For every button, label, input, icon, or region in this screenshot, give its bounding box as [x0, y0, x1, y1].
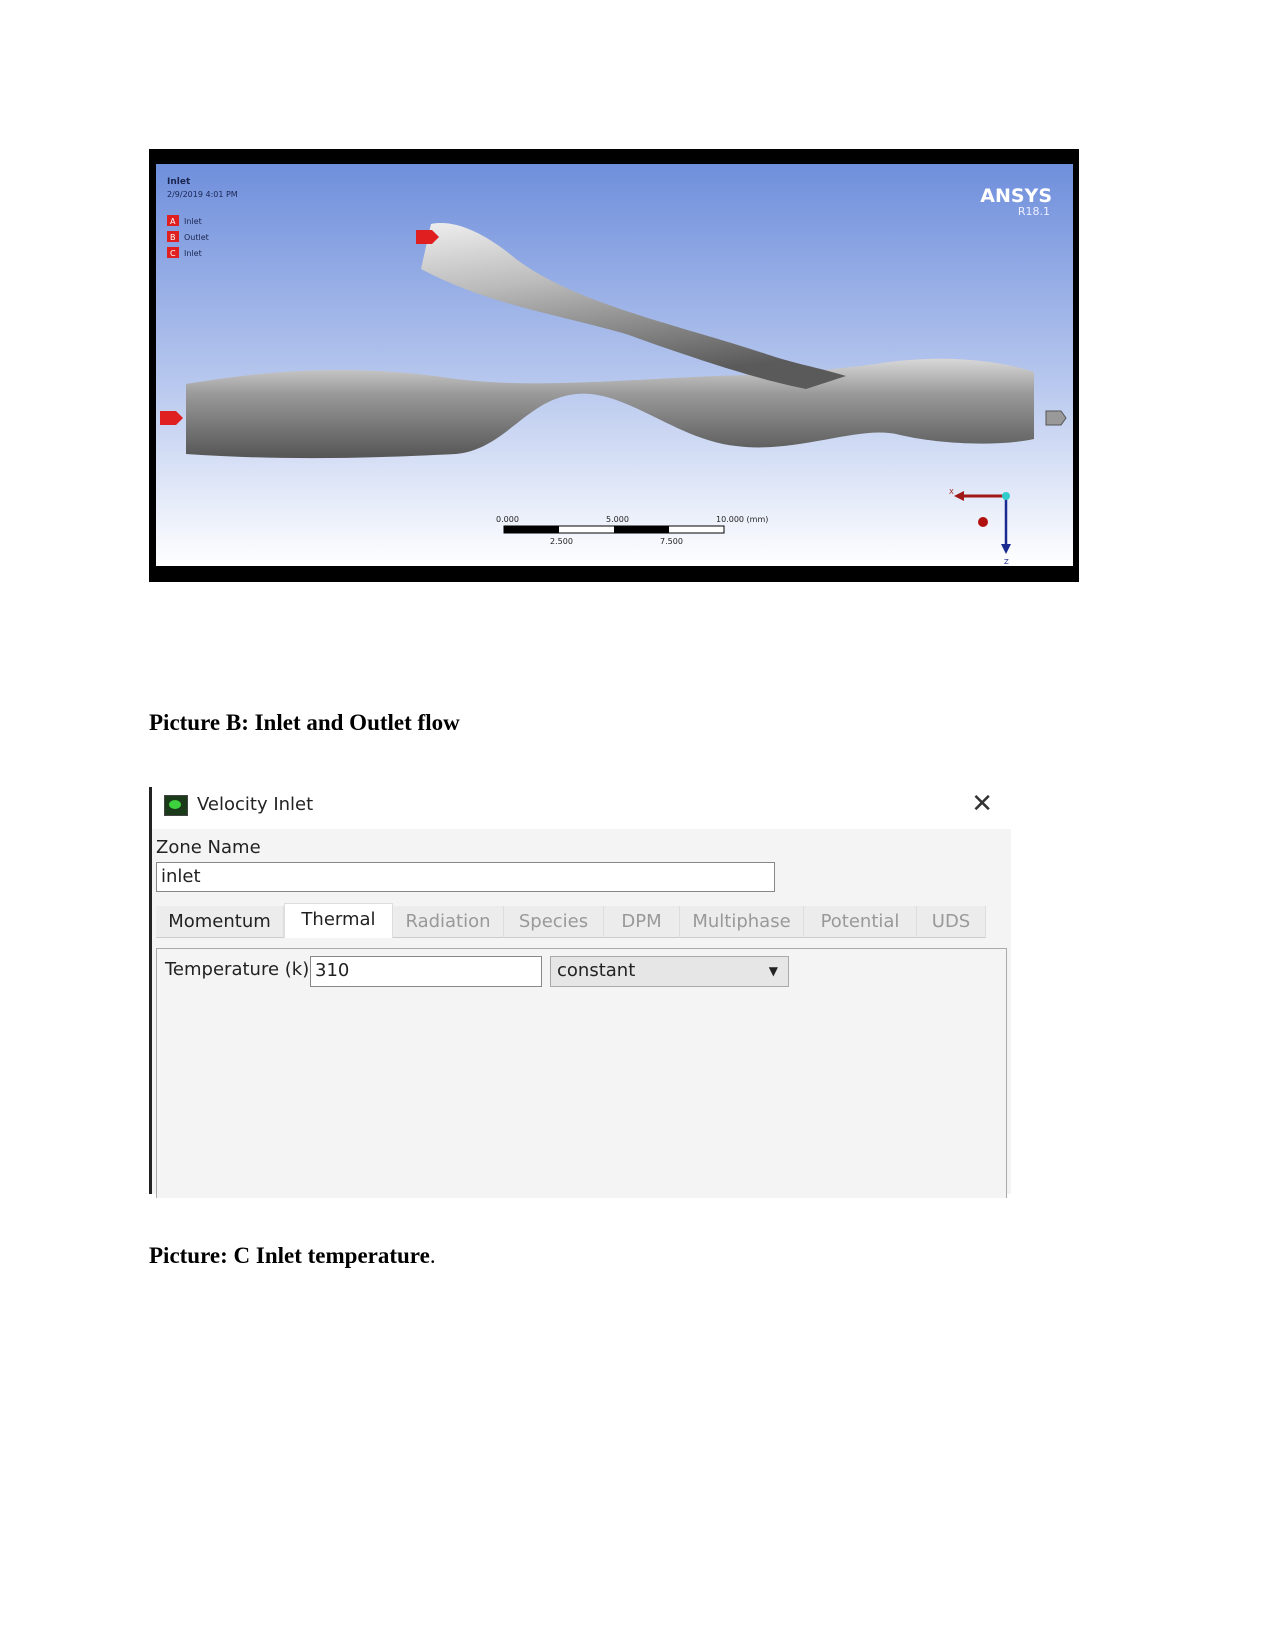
tab-radiation[interactable]: Radiation	[393, 906, 504, 938]
viewer-timestamp: 2/9/2019 4:01 PM	[167, 190, 238, 199]
scale-label-2-5: 2.500	[550, 537, 573, 546]
zone-name-label: Zone Name	[156, 837, 261, 858]
caption-c-period: .	[429, 1243, 436, 1268]
legend-label-a: Inlet	[184, 217, 202, 226]
fluent-app-icon	[164, 795, 188, 816]
chevron-down-icon: ▼	[768, 964, 778, 978]
scale-label-10: 10.000 (mm)	[716, 515, 768, 524]
zone-name-input[interactable]: inlet	[156, 862, 775, 892]
ansys-logo: ANSYS	[980, 185, 1052, 207]
legend-tag-c: C	[170, 249, 176, 258]
tab-multiphase[interactable]: Multiphase	[680, 906, 804, 938]
tab-potential[interactable]: Potential	[804, 906, 917, 938]
caption-picture-b: Picture B: Inlet and Outlet flow	[149, 710, 460, 735]
geometry-viewport: Inlet 2/9/2019 4:01 PM A Inlet B Outlet …	[156, 164, 1073, 566]
tab-species[interactable]: Species	[504, 906, 604, 938]
close-icon[interactable]: ✕	[971, 789, 993, 819]
marker-b-icon	[1045, 410, 1067, 426]
legend-label-b: Outlet	[184, 233, 209, 242]
dialog-titlebar: Velocity Inlet ✕	[152, 787, 1011, 829]
thermal-panel: Temperature (k) 310 constant ▼	[156, 948, 1007, 1198]
ansys-geometry-figure: Inlet 2/9/2019 4:01 PM A Inlet B Outlet …	[149, 149, 1079, 582]
tab-thermal[interactable]: Thermal	[284, 903, 393, 938]
tab-momentum[interactable]: Momentum	[156, 906, 284, 938]
scale-label-7-5: 7.500	[660, 537, 683, 546]
temperature-input[interactable]: 310	[310, 956, 542, 987]
caption-picture-c: Picture: C Inlet temperature.	[149, 1243, 436, 1269]
caption-c-text: Picture: C Inlet temperature	[149, 1243, 430, 1268]
tab-uds[interactable]: UDS	[917, 906, 986, 938]
legend-tag-b: B	[170, 233, 176, 242]
axis-z-label: Z	[1004, 558, 1009, 566]
temperature-label: Temperature (k)	[165, 959, 310, 980]
dialog-title: Velocity Inlet	[197, 794, 314, 815]
legend-tag-a: A	[170, 217, 176, 226]
tab-dpm[interactable]: DPM	[604, 906, 680, 938]
ansys-version: R18.1	[1018, 205, 1050, 218]
velocity-inlet-dialog: Velocity Inlet ✕ Zone Name inlet Momentu…	[149, 787, 1011, 1198]
axis-x-label: X	[949, 488, 954, 496]
viewer-title: Inlet	[167, 177, 191, 187]
temperature-method-value: constant	[557, 960, 636, 981]
legend-label-c: Inlet	[184, 249, 202, 258]
tab-bar: Momentum Thermal Radiation Species DPM M…	[156, 903, 996, 938]
scale-label-5: 5.000	[606, 515, 629, 524]
temperature-method-dropdown[interactable]: constant ▼	[550, 956, 789, 987]
scale-label-0: 0.000	[496, 515, 519, 524]
